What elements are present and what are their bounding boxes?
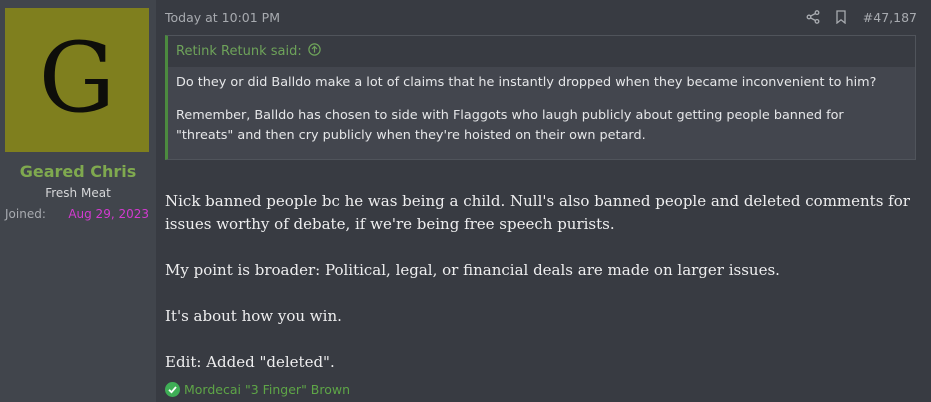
post-number-link[interactable]: #47,187 xyxy=(863,10,917,25)
avatar[interactable]: G xyxy=(5,8,149,152)
quote-body: Do they or did Balldo make a lot of clai… xyxy=(168,67,915,146)
post-paragraph: My point is broader: Political, legal, o… xyxy=(165,261,780,279)
joined-date: Aug 29, 2023 xyxy=(68,207,149,221)
post-header-actions: #47,187 xyxy=(805,9,917,25)
username-link[interactable]: Geared Chris xyxy=(0,162,156,181)
reaction-bar: Mordecai "3 Finger" Brown xyxy=(165,382,350,397)
post-main: Today at 10:01 PM #47,187 Retink Retunk … xyxy=(156,0,931,402)
quote-author[interactable]: Retink Retunk said: xyxy=(176,44,302,59)
post-body: Nick banned people bc he was being a chi… xyxy=(165,190,925,397)
arrow-up-circle-icon[interactable] xyxy=(308,43,321,60)
quote-paragraph: Remember, Balldo has chosen to side with… xyxy=(176,108,844,143)
post-date-link[interactable]: Today at 10:01 PM xyxy=(165,10,280,25)
joined-label: Joined: xyxy=(5,207,46,221)
post-paragraph: It's about how you win. xyxy=(165,307,342,325)
check-circle-icon xyxy=(165,382,180,397)
user-sidebar: G Geared Chris Fresh Meat Joined: Aug 29… xyxy=(0,0,156,402)
user-title: Fresh Meat xyxy=(45,186,111,200)
post-paragraph: Edit: Added "deleted". xyxy=(165,353,335,371)
quote-block: Retink Retunk said: Do they or did Balld… xyxy=(165,35,916,160)
bookmark-icon[interactable] xyxy=(833,9,849,25)
quote-paragraph: Do they or did Balldo make a lot of clai… xyxy=(176,75,877,90)
reaction-users-link[interactable]: Mordecai "3 Finger" Brown xyxy=(184,382,350,397)
avatar-letter: G xyxy=(38,22,116,134)
quote-header[interactable]: Retink Retunk said: xyxy=(168,36,915,67)
post-paragraph: Nick banned people bc he was being a chi… xyxy=(165,192,910,233)
share-icon[interactable] xyxy=(805,9,821,25)
